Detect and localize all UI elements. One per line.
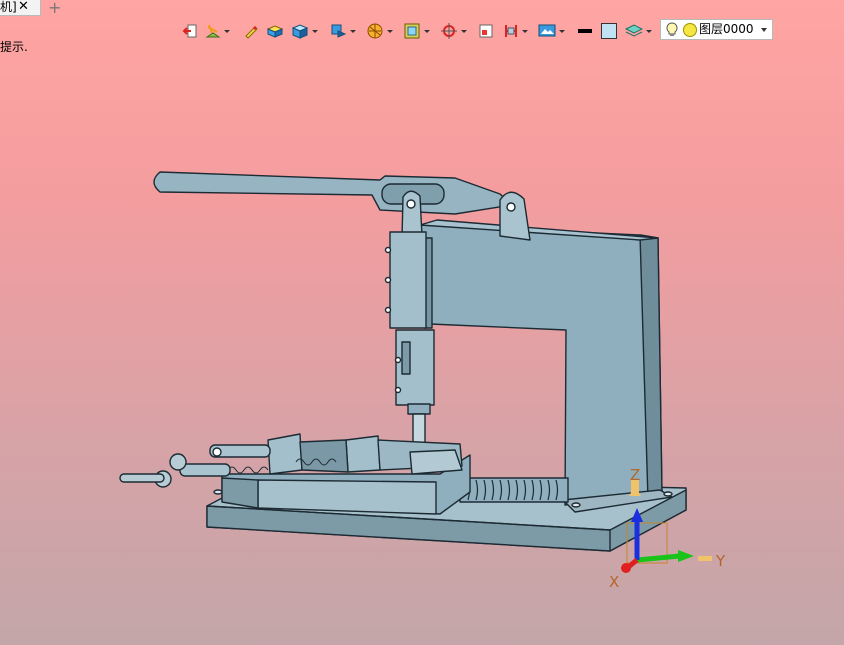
x-axis-label: X — [609, 573, 619, 591]
ram-upper — [389, 231, 427, 329]
z-axis-label: Z — [630, 466, 640, 484]
y-axis-label: Y — [715, 552, 726, 570]
press-machine-model[interactable]: Z Y X — [0, 0, 844, 645]
lever-handle — [153, 171, 513, 215]
3d-viewport[interactable]: 机] ✕ + 提示. 图层0000 Z Y X — [0, 0, 844, 645]
